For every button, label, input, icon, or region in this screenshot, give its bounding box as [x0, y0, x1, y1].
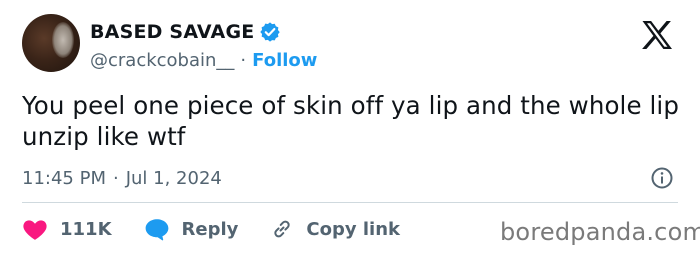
tweet-time[interactable]: 11:45 PM [22, 168, 106, 189]
copy-link-label: Copy link [306, 218, 400, 240]
info-icon[interactable] [650, 166, 674, 190]
like-button[interactable]: 111K [22, 217, 112, 241]
author-handle-row: @crackcobain__ · Follow [90, 47, 317, 73]
tweet-date[interactable]: Jul 1, 2024 [126, 168, 222, 189]
tweet-card: BASED SAVAGE @crackcobain__ · Follow You… [0, 0, 700, 256]
meta-separator: · [112, 167, 119, 189]
speech-bubble-icon [145, 219, 168, 241]
reply-button[interactable]: Reply [144, 217, 239, 241]
tweet-text: You peel one piece of skin off ya lip an… [22, 91, 679, 151]
tweet-meta: 11:45 PM · Jul 1, 2024 [22, 165, 222, 191]
heart-icon [23, 220, 47, 240]
author-name-row: BASED SAVAGE [90, 18, 281, 46]
reply-label: Reply [181, 218, 239, 240]
x-logo-icon[interactable] [641, 20, 673, 50]
follow-button[interactable]: Follow [252, 50, 317, 71]
copy-link-button[interactable]: Copy link [270, 217, 400, 241]
handle-separator: · [240, 49, 247, 71]
divider [22, 202, 678, 203]
avatar[interactable] [22, 14, 80, 72]
verified-badge-icon [259, 21, 281, 43]
action-bar: 111K Reply Copy link [22, 214, 432, 244]
watermark: boredpanda.com [500, 218, 700, 246]
display-name[interactable]: BASED SAVAGE [90, 21, 254, 43]
author-handle[interactable]: @crackcobain__ [90, 50, 234, 71]
like-count: 111K [60, 218, 112, 240]
link-icon [274, 220, 291, 238]
